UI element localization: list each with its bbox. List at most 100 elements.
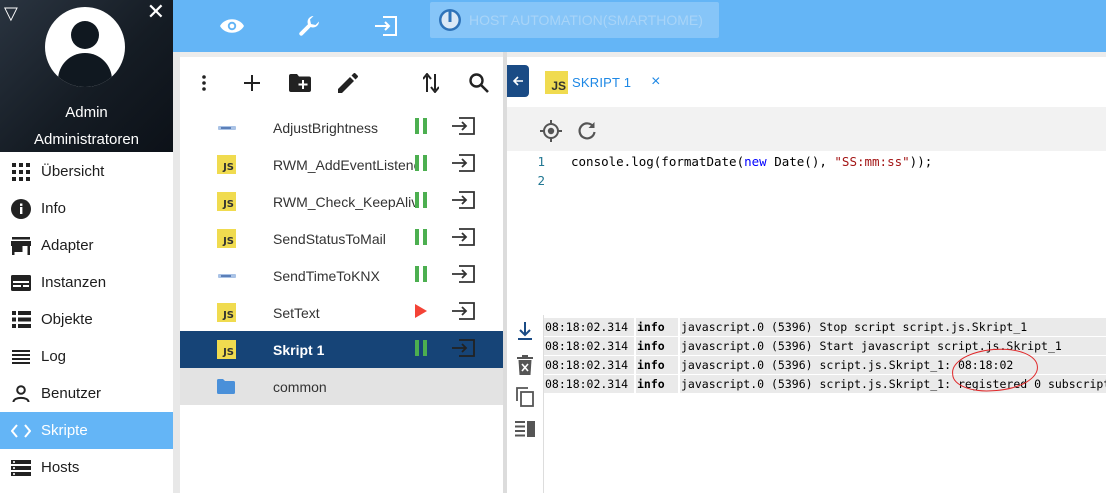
log-row: 08:18:02.314 info javascript.0 (5396) St… (544, 318, 1106, 337)
new-folder-icon[interactable] (286, 69, 314, 97)
sidebar-item-adapter[interactable]: Adapter (0, 227, 173, 264)
tree-row-sendstatustomail[interactable]: JS SendStatusToMail (180, 220, 503, 257)
script-name: RWM_AddEventListener (273, 157, 416, 173)
sidebar-item-label: Log (41, 348, 67, 365)
code-string: "SS:mm:ss" (834, 154, 910, 169)
log-message: javascript.0 (5396) script.js.Skript_1: … (680, 375, 1106, 393)
sidebar-item-instanzen[interactable]: Instanzen (0, 264, 173, 301)
tree-row-common[interactable]: common (180, 368, 503, 405)
sidebar-header: ▽ ✕ Admin Administratoren (0, 0, 173, 152)
log-time: 08:18:02.314 (544, 337, 634, 355)
editor-toolbar (507, 107, 1106, 151)
editor-tabbar: JS SKRIPT 1 × (507, 57, 1106, 107)
sidebar-item-hosts[interactable]: Hosts (0, 449, 173, 486)
sidebar-item-skripte[interactable]: Skripte (0, 412, 173, 449)
more-vert-icon[interactable] (190, 69, 218, 97)
add-icon[interactable] (238, 69, 266, 97)
pause-icon[interactable] (414, 118, 432, 137)
gutter (173, 52, 180, 493)
log-severity: info (636, 375, 678, 393)
sidebar-item-info[interactable]: Info (0, 190, 173, 227)
code-editor[interactable]: 1 2 console.log(formatDate(new Date(), "… (507, 151, 1106, 315)
tree-row-skript-1[interactable]: JS Skript 1 (180, 331, 503, 368)
export-icon[interactable] (451, 154, 477, 176)
script-name: SetText (273, 305, 320, 321)
js-file-icon: JS (217, 229, 236, 248)
sidebar-item-label: Instanzen (41, 274, 107, 291)
wrench-icon[interactable] (291, 8, 327, 44)
list-icon (10, 309, 32, 331)
line-number: 1 (537, 154, 545, 169)
code-text: )); (909, 154, 933, 169)
export-icon[interactable] (451, 191, 477, 213)
sidebar-item-log[interactable]: Log (0, 338, 173, 375)
export-icon[interactable] (451, 302, 477, 324)
log-row: 08:18:02.314 info javascript.0 (5396) sc… (544, 356, 1106, 375)
export-icon[interactable] (451, 265, 477, 287)
tree-toolbar (180, 57, 503, 109)
pause-icon[interactable] (414, 266, 432, 285)
copy-icon[interactable] (513, 385, 537, 409)
sidebar-item-label: Adapter (41, 237, 94, 254)
pause-icon[interactable] (414, 340, 432, 359)
js-file-icon: JS (217, 192, 236, 211)
log-severity: info (636, 337, 678, 355)
blockly-icon (217, 266, 236, 285)
store-icon (10, 235, 32, 257)
js-file-icon: JS (217, 155, 236, 174)
code-keyword: new (744, 154, 767, 169)
script-name: RWM_Check_KeepAlive (273, 194, 416, 210)
host-selector[interactable]: HOST AUTOMATION(SMARTHOME) (430, 2, 719, 38)
power-icon (439, 9, 461, 31)
search-icon[interactable] (465, 69, 493, 97)
pause-icon[interactable] (414, 155, 432, 174)
log-severity: info (636, 318, 678, 336)
keyboard-icon (10, 272, 32, 294)
top-bar: HOST AUTOMATION(SMARTHOME) (173, 0, 1106, 52)
pause-icon[interactable] (414, 192, 432, 211)
log-message: javascript.0 (5396) script.js.Skript_1: … (680, 356, 1106, 374)
js-file-icon: JS (217, 340, 236, 359)
tree-row-rwm-check-keepalive[interactable]: JS RWM_Check_KeepAlive (180, 183, 503, 220)
script-name: Skript 1 (273, 342, 325, 358)
tree-row-settext[interactable]: JS SetText (180, 294, 503, 331)
login-icon[interactable] (368, 8, 404, 44)
pause-icon[interactable] (414, 229, 432, 248)
sidebar-item-uebersicht[interactable]: Übersicht (0, 153, 173, 190)
close-icon[interactable]: ✕ (147, 1, 165, 23)
sidebar: ▽ ✕ Admin Administratoren Übersicht Info (0, 0, 173, 493)
columns-icon[interactable] (513, 417, 537, 441)
log-area: 08:18:02.314 info javascript.0 (5396) St… (544, 315, 1106, 493)
sidebar-item-label: Skripte (41, 422, 88, 439)
code-line: console.log(formatDate(new Date(), "SS:m… (571, 154, 932, 169)
export-icon[interactable] (451, 339, 477, 361)
sort-icon[interactable] (417, 69, 445, 97)
user-group: Administratoren (33, 131, 140, 148)
export-icon[interactable] (451, 117, 477, 139)
sidebar-item-benutzer[interactable]: Benutzer (0, 375, 173, 412)
back-arrow-icon[interactable] (507, 65, 529, 97)
tree-row-sendtimetoknx[interactable]: SendTimeToKNX (180, 257, 503, 294)
editor-panel: JS SKRIPT 1 × 1 2 console.log(formatDate… (507, 57, 1106, 315)
edit-pencil-icon[interactable] (334, 69, 362, 97)
restart-icon[interactable] (575, 119, 599, 143)
folder-name: common (273, 379, 327, 395)
user-name: Admin (65, 104, 108, 121)
js-file-icon: JS (217, 303, 236, 322)
sidebar-item-label: Objekte (41, 311, 93, 328)
tree-row-adjustbrightness[interactable]: AdjustBrightness (180, 109, 503, 146)
tree-row-rwm-addeventlistener[interactable]: JS RWM_AddEventListener (180, 146, 503, 183)
sidebar-item-objekte[interactable]: Objekte (0, 301, 173, 338)
crosshair-icon[interactable] (539, 119, 563, 143)
clear-log-icon[interactable] (513, 353, 537, 377)
eye-icon[interactable] (214, 8, 250, 44)
play-icon[interactable] (414, 303, 432, 322)
tab-skript-1[interactable]: JS SKRIPT 1 × (545, 57, 661, 107)
export-icon[interactable] (451, 228, 477, 250)
log-message: javascript.0 (5396) Start javascript scr… (680, 337, 1106, 355)
scroll-down-icon[interactable] (513, 319, 537, 343)
menu-triangle-icon[interactable]: ▽ (4, 4, 18, 22)
sidebar-item-label: Info (41, 200, 67, 217)
tab-close-icon[interactable]: × (651, 73, 660, 91)
log-message: javascript.0 (5396) Stop script script.j… (680, 318, 1106, 336)
